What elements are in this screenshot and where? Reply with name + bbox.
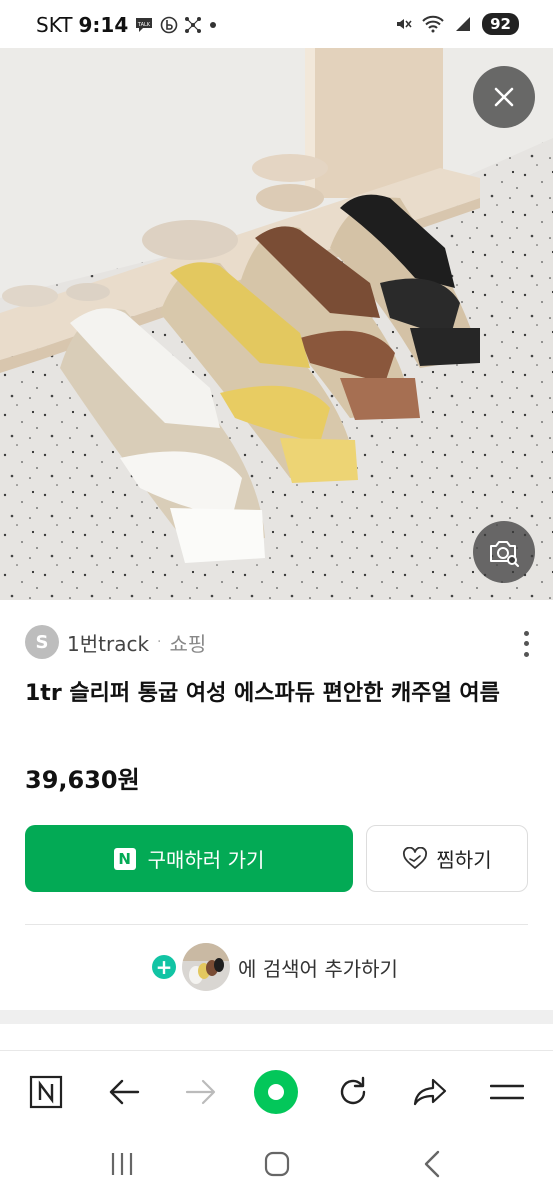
- image-search-icon: [487, 537, 521, 567]
- menu-icon: [490, 1082, 524, 1102]
- seller-avatar: S: [25, 625, 59, 659]
- back-nav-button[interactable]: [402, 1142, 462, 1186]
- wishlist-label: 찜하기: [436, 848, 492, 872]
- plus-icon: +: [152, 955, 176, 979]
- section-separator: [0, 1010, 553, 1024]
- clock: 9:14: [78, 13, 129, 37]
- divider: [25, 924, 528, 925]
- browser-toolbar: [0, 1050, 553, 1131]
- mute-icon: [394, 15, 412, 33]
- back-icon: [108, 1078, 140, 1106]
- separator-dot: ·: [157, 634, 162, 650]
- system-nav-bar: [0, 1130, 553, 1200]
- talk-icon: TALK: [134, 16, 154, 34]
- b-app-icon: [160, 16, 178, 34]
- product-thumbnail: [182, 943, 230, 991]
- back-button[interactable]: [99, 1069, 149, 1115]
- seller-category: 쇼핑: [169, 631, 207, 656]
- heart-icon: [402, 846, 428, 871]
- refresh-button[interactable]: [328, 1069, 378, 1115]
- dot-icon: [208, 20, 218, 30]
- image-search-button[interactable]: [473, 521, 535, 583]
- more-options-icon[interactable]: [518, 628, 534, 660]
- close-icon: [492, 85, 516, 109]
- share-button[interactable]: [405, 1069, 455, 1115]
- seller-row[interactable]: S 1번track · 쇼핑: [25, 625, 206, 659]
- back-nav-icon: [422, 1150, 442, 1178]
- wifi-icon: [422, 15, 444, 33]
- naver-home-icon: [29, 1075, 63, 1109]
- status-bar: SKT 9:14 TALK 92: [0, 0, 553, 48]
- product-image[interactable]: [0, 48, 553, 600]
- recent-apps-icon: [109, 1151, 135, 1177]
- home-icon: [263, 1150, 291, 1178]
- status-left: SKT 9:14 TALK: [36, 13, 218, 37]
- sandals-photo: [0, 48, 553, 600]
- svg-text:TALK: TALK: [137, 22, 151, 28]
- buy-button[interactable]: N 구매하러 가기: [25, 825, 353, 892]
- recent-apps-button[interactable]: [92, 1142, 152, 1186]
- refresh-icon: [336, 1075, 370, 1109]
- naver-n-icon: N: [113, 847, 136, 870]
- product-title: 1tr 슬리퍼 통굽 여성 에스파듀 편안한 캐주얼 여름: [25, 681, 500, 706]
- close-button[interactable]: [473, 66, 535, 128]
- buy-button-label: 구매하러 가기: [147, 848, 265, 872]
- status-right: 92: [394, 13, 519, 35]
- add-search-keyword[interactable]: + 에 검색어 추가하기: [152, 943, 398, 991]
- product-price: 39,630원: [25, 766, 140, 794]
- menu-button[interactable]: [482, 1069, 532, 1115]
- carrier-label: SKT: [36, 13, 73, 37]
- wishlist-button[interactable]: 찜하기: [366, 825, 528, 892]
- forward-icon: [185, 1078, 217, 1106]
- home-button[interactable]: [247, 1142, 307, 1186]
- naver-home-button[interactable]: [21, 1069, 71, 1115]
- forward-button[interactable]: [176, 1069, 226, 1115]
- battery-level: 92: [482, 13, 519, 35]
- green-dot-button[interactable]: [251, 1069, 301, 1115]
- green-dot-icon: [253, 1069, 299, 1115]
- seller-name[interactable]: 1번track: [67, 628, 149, 657]
- share-icon: [412, 1077, 448, 1107]
- signal-icon: [454, 15, 472, 33]
- network-icon: [184, 16, 202, 34]
- add-search-label: 에 검색어 추가하기: [238, 956, 398, 981]
